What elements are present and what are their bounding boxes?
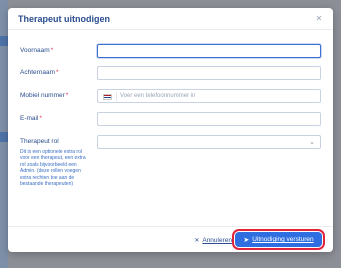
phone-divider (116, 92, 117, 101)
form-row-rol: Therapeut rol ⌄ Dit is een optionele ext… (20, 135, 321, 225)
voornaam-label: Voornaam* (20, 47, 54, 54)
backdrop-sidebar (0, 0, 8, 268)
phone-input[interactable]: Voer een telefoonnummer in (97, 89, 321, 103)
dialog-footer: ✕ Annuleren ➤ Uitnodiging versturen (8, 226, 333, 252)
voornaam-input[interactable] (97, 44, 321, 58)
achternaam-label: Achternaam* (20, 69, 59, 76)
rol-help-text: Dit is een optionele extra rol voor een … (20, 149, 86, 188)
phone-placeholder: Voer een telefoonnummer in (120, 93, 196, 99)
backdrop-sidebar-item (0, 132, 8, 142)
form-row-mobiel: Mobiel nummer* Voer een telefoonnummer i… (20, 89, 321, 103)
invite-therapist-dialog: Therapeut uitnodigen ✕ Voornaam* Achtern… (8, 8, 333, 252)
email-label: E-mail* (20, 115, 42, 122)
rol-select[interactable]: ⌄ (97, 135, 321, 149)
mobiel-label: Mobiel nummer* (20, 92, 69, 99)
chevron-down-icon: ⌄ (309, 139, 315, 146)
achternaam-input[interactable] (97, 66, 321, 80)
rol-label: Therapeut rol (20, 138, 59, 145)
close-icon[interactable]: ✕ (313, 13, 325, 25)
form-row-email: E-mail* (20, 112, 321, 126)
close-icon: ✕ (194, 237, 200, 244)
send-icon: ➤ (243, 236, 250, 244)
backdrop-sidebar-item (0, 36, 8, 46)
form-row-voornaam: Voornaam* (20, 44, 321, 58)
send-invitation-button[interactable]: ➤ Uitnodiging versturen (232, 229, 325, 250)
dialog-title: Therapeut uitnodigen (18, 13, 110, 24)
form-row-achternaam: Achternaam* (20, 66, 321, 80)
cancel-button[interactable]: ✕ Annuleren (194, 234, 232, 246)
dialog-header: Therapeut uitnodigen ✕ (8, 8, 333, 30)
email-input[interactable] (97, 112, 321, 126)
netherlands-flag-icon[interactable] (103, 93, 112, 100)
